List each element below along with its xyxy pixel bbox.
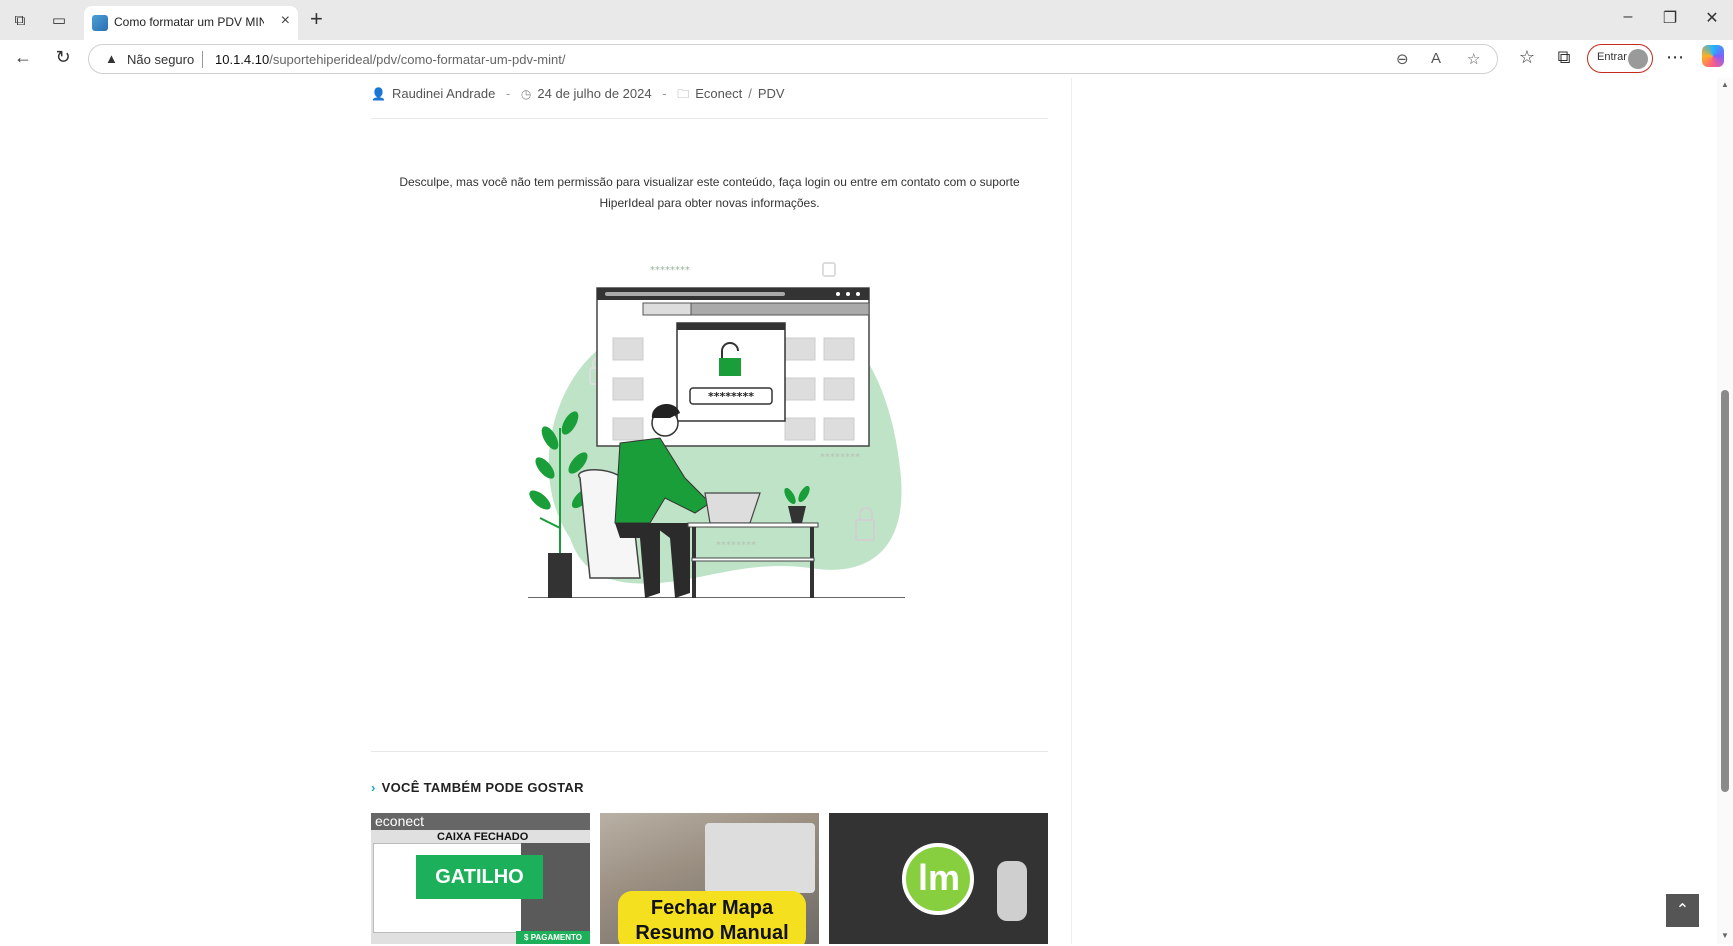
url-host: 10.1.4.10 — [215, 52, 270, 67]
avatar — [1628, 49, 1648, 69]
zoom-out-icon[interactable]: ⊖ — [1396, 50, 1409, 68]
vertical-tabs-icon[interactable]: ▭ — [48, 10, 70, 32]
category-link-pdv[interactable]: PDV — [758, 86, 785, 101]
category-separator: / — [748, 86, 752, 101]
favorites-icon[interactable]: ☆ — [1514, 47, 1540, 68]
page-content: 👤 Raudinei Andrade - ◷ 24 de julho de 2024… — [0, 78, 1717, 944]
close-tab-icon[interactable]: × — [281, 12, 290, 30]
user-icon: 👤 — [371, 87, 386, 101]
new-tab-icon[interactable]: + — [310, 8, 323, 30]
category-link-econect[interactable]: Econect — [695, 86, 742, 101]
navigation-bar: ← ↻ ▲ Não seguro 10.1.4.10/suportehiperi… — [0, 40, 1733, 78]
divider — [371, 751, 1048, 752]
password-field-mask: ******** — [708, 390, 754, 403]
tab-title: Como formatar um PDV MINT – S — [114, 15, 264, 29]
collections-icon[interactable]: ⧉ — [1551, 47, 1577, 68]
econect-logo: econect — [375, 813, 425, 829]
minimize-icon[interactable]: – — [1613, 8, 1643, 26]
post-meta: 👤 Raudinei Andrade - ◷ 24 de julho de 2024… — [371, 85, 785, 106]
scrollbar-thumb[interactable] — [1721, 390, 1729, 792]
site-favicon-icon — [92, 15, 108, 31]
permission-notice: Desculpe, mas você não tem permissão par… — [399, 175, 1020, 210]
scroll-up-icon[interactable]: ▲ — [1721, 80, 1729, 89]
close-window-icon[interactable]: ✕ — [1697, 8, 1727, 28]
related-card-fechar-mapa[interactable]: Fechar Mapa Resumo Manual — [600, 813, 819, 944]
related-card-linux-mint[interactable]: lm — [829, 813, 1048, 944]
more-menu-icon[interactable]: ⋯ — [1662, 47, 1688, 68]
warning-icon[interactable]: ▲ — [105, 51, 118, 66]
card-caption: CAIXA FECHADO — [437, 831, 529, 843]
card-title: Fechar Mapa Resumo Manual — [618, 891, 806, 944]
password-stars-right: ******** — [820, 452, 860, 463]
url-text[interactable]: 10.1.4.10/suportehiperideal/pdv/como-for… — [215, 52, 565, 67]
chevron-up-icon: ⌃ — [1675, 902, 1690, 919]
divider — [371, 118, 1048, 119]
linux-mint-logo: lm — [902, 843, 974, 915]
meta-separator: - — [662, 86, 667, 101]
signin-button[interactable]: Entrar — [1587, 44, 1653, 73]
card-title: GATILHO — [416, 855, 543, 899]
address-divider — [202, 51, 203, 68]
mint-logo-text: lm — [918, 857, 961, 898]
scroll-down-icon[interactable]: ▼ — [1721, 931, 1729, 940]
related-heading-text: VOCÊ TAMBÉM PODE GOSTAR — [381, 780, 584, 795]
favorite-star-icon[interactable]: ☆ — [1467, 50, 1480, 68]
password-stars-top: ******** — [650, 265, 690, 276]
back-icon[interactable]: ← — [10, 47, 36, 68]
signin-label: Entrar — [1597, 51, 1627, 63]
sidebar-divider — [1071, 78, 1072, 944]
browser-chrome: ⧉ ▭ Como formatar um PDV MINT – S × + – … — [0, 0, 1733, 78]
post-date: 24 de julho de 2024 — [537, 86, 652, 101]
tab-strip: ⧉ ▭ Como formatar um PDV MINT – S × + – … — [0, 0, 1733, 40]
locked-content-illustration: ******** ******** ******** ******** — [528, 262, 905, 598]
meta-separator: - — [505, 86, 511, 101]
related-card-gatilho[interactable]: econect CAIXA FECHADO GATILHO $ PAGAMENT… — [371, 813, 590, 944]
folder-icon: 🗀 — [677, 87, 690, 101]
security-label[interactable]: Não seguro — [127, 52, 194, 67]
copilot-icon[interactable] — [1702, 45, 1724, 67]
clock-icon: ◷ — [520, 87, 532, 101]
url-path: /suportehiperideal/pdv/como-formatar-um-… — [269, 52, 566, 67]
restore-icon[interactable]: ❐ — [1655, 8, 1685, 28]
chevron-right-icon: › — [371, 780, 376, 795]
card-badge: $ PAGAMENTO — [516, 931, 590, 944]
password-stars-bottom: ******** — [716, 540, 756, 551]
usb-device-image — [997, 861, 1027, 921]
refresh-icon[interactable]: ↻ — [50, 47, 76, 68]
calculator-image — [705, 823, 815, 893]
back-to-top-button[interactable]: ⌃ — [1666, 894, 1699, 927]
related-heading: › VOCÊ TAMBÉM PODE GOSTAR — [371, 780, 584, 795]
read-aloud-icon[interactable]: A — [1431, 50, 1441, 67]
workspaces-icon[interactable]: ⧉ — [9, 10, 31, 32]
tab-active[interactable]: Como formatar um PDV MINT – S × — [84, 6, 298, 40]
page-scrollbar[interactable]: ▲ ▼ — [1717, 78, 1733, 944]
post-author[interactable]: Raudinei Andrade — [392, 86, 495, 101]
address-bar[interactable]: ▲ Não seguro 10.1.4.10/suportehiperideal… — [88, 44, 1498, 74]
